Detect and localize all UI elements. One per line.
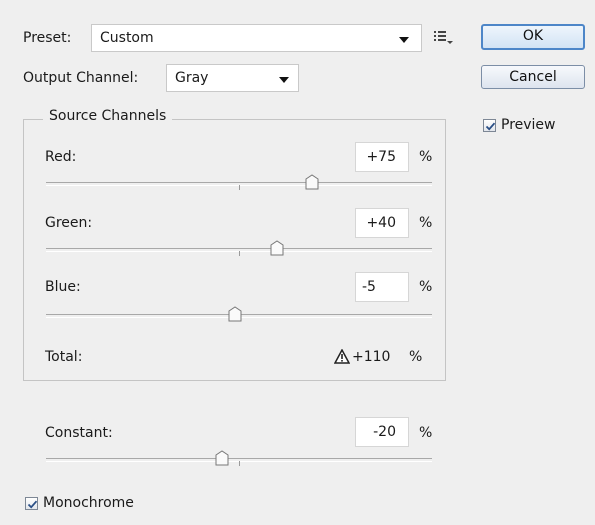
output-channel-label: Output Channel: (23, 70, 139, 86)
constant-unit: % (419, 425, 433, 441)
preset-options-icon[interactable] (432, 28, 454, 46)
green-value: +40 (366, 215, 396, 231)
red-unit: % (419, 149, 433, 165)
red-value: +75 (366, 149, 396, 165)
preset-label: Preset: (23, 30, 72, 46)
preset-dropdown[interactable]: Custom (91, 24, 422, 52)
blue-value-input[interactable]: -5 (355, 272, 409, 302)
output-channel-dropdown[interactable]: Gray (166, 64, 299, 92)
chevron-down-icon (399, 37, 409, 43)
preview-checkbox[interactable] (483, 119, 496, 132)
green-value-input[interactable]: +40 (355, 208, 409, 238)
constant-value: -20 (373, 424, 396, 440)
red-value-input[interactable]: +75 (355, 142, 409, 172)
red-slider-thumb[interactable] (305, 174, 319, 190)
monochrome-checkbox[interactable] (25, 497, 38, 510)
blue-slider-thumb[interactable] (228, 306, 242, 322)
blue-label: Blue: (45, 279, 81, 295)
green-unit: % (419, 215, 433, 231)
red-label: Red: (45, 149, 77, 165)
green-label: Green: (45, 215, 93, 231)
source-channels-title: Source Channels (43, 108, 173, 124)
blue-value: -5 (362, 279, 376, 295)
total-value: +110 (352, 349, 391, 365)
slider-center-tick (239, 461, 240, 466)
monochrome-label: Monochrome (43, 495, 134, 511)
checkmark-icon (27, 500, 38, 509)
checkmark-icon (485, 122, 496, 131)
total-unit: % (409, 349, 423, 365)
constant-value-input[interactable]: -20 (355, 417, 409, 447)
total-label: Total: (45, 349, 83, 365)
preset-value: Custom (100, 30, 154, 46)
cancel-button[interactable]: Cancel (481, 65, 585, 89)
constant-label: Constant: (45, 425, 113, 441)
output-channel-value: Gray (175, 70, 209, 86)
warning-triangle-icon (334, 349, 350, 364)
ok-button[interactable]: OK (481, 24, 585, 50)
blue-unit: % (419, 279, 433, 295)
constant-slider-thumb[interactable] (215, 450, 229, 466)
slider-center-tick (239, 251, 240, 256)
slider-center-tick (239, 185, 240, 190)
chevron-down-icon (279, 77, 289, 83)
preview-label: Preview (501, 117, 556, 133)
green-slider-thumb[interactable] (270, 240, 284, 256)
